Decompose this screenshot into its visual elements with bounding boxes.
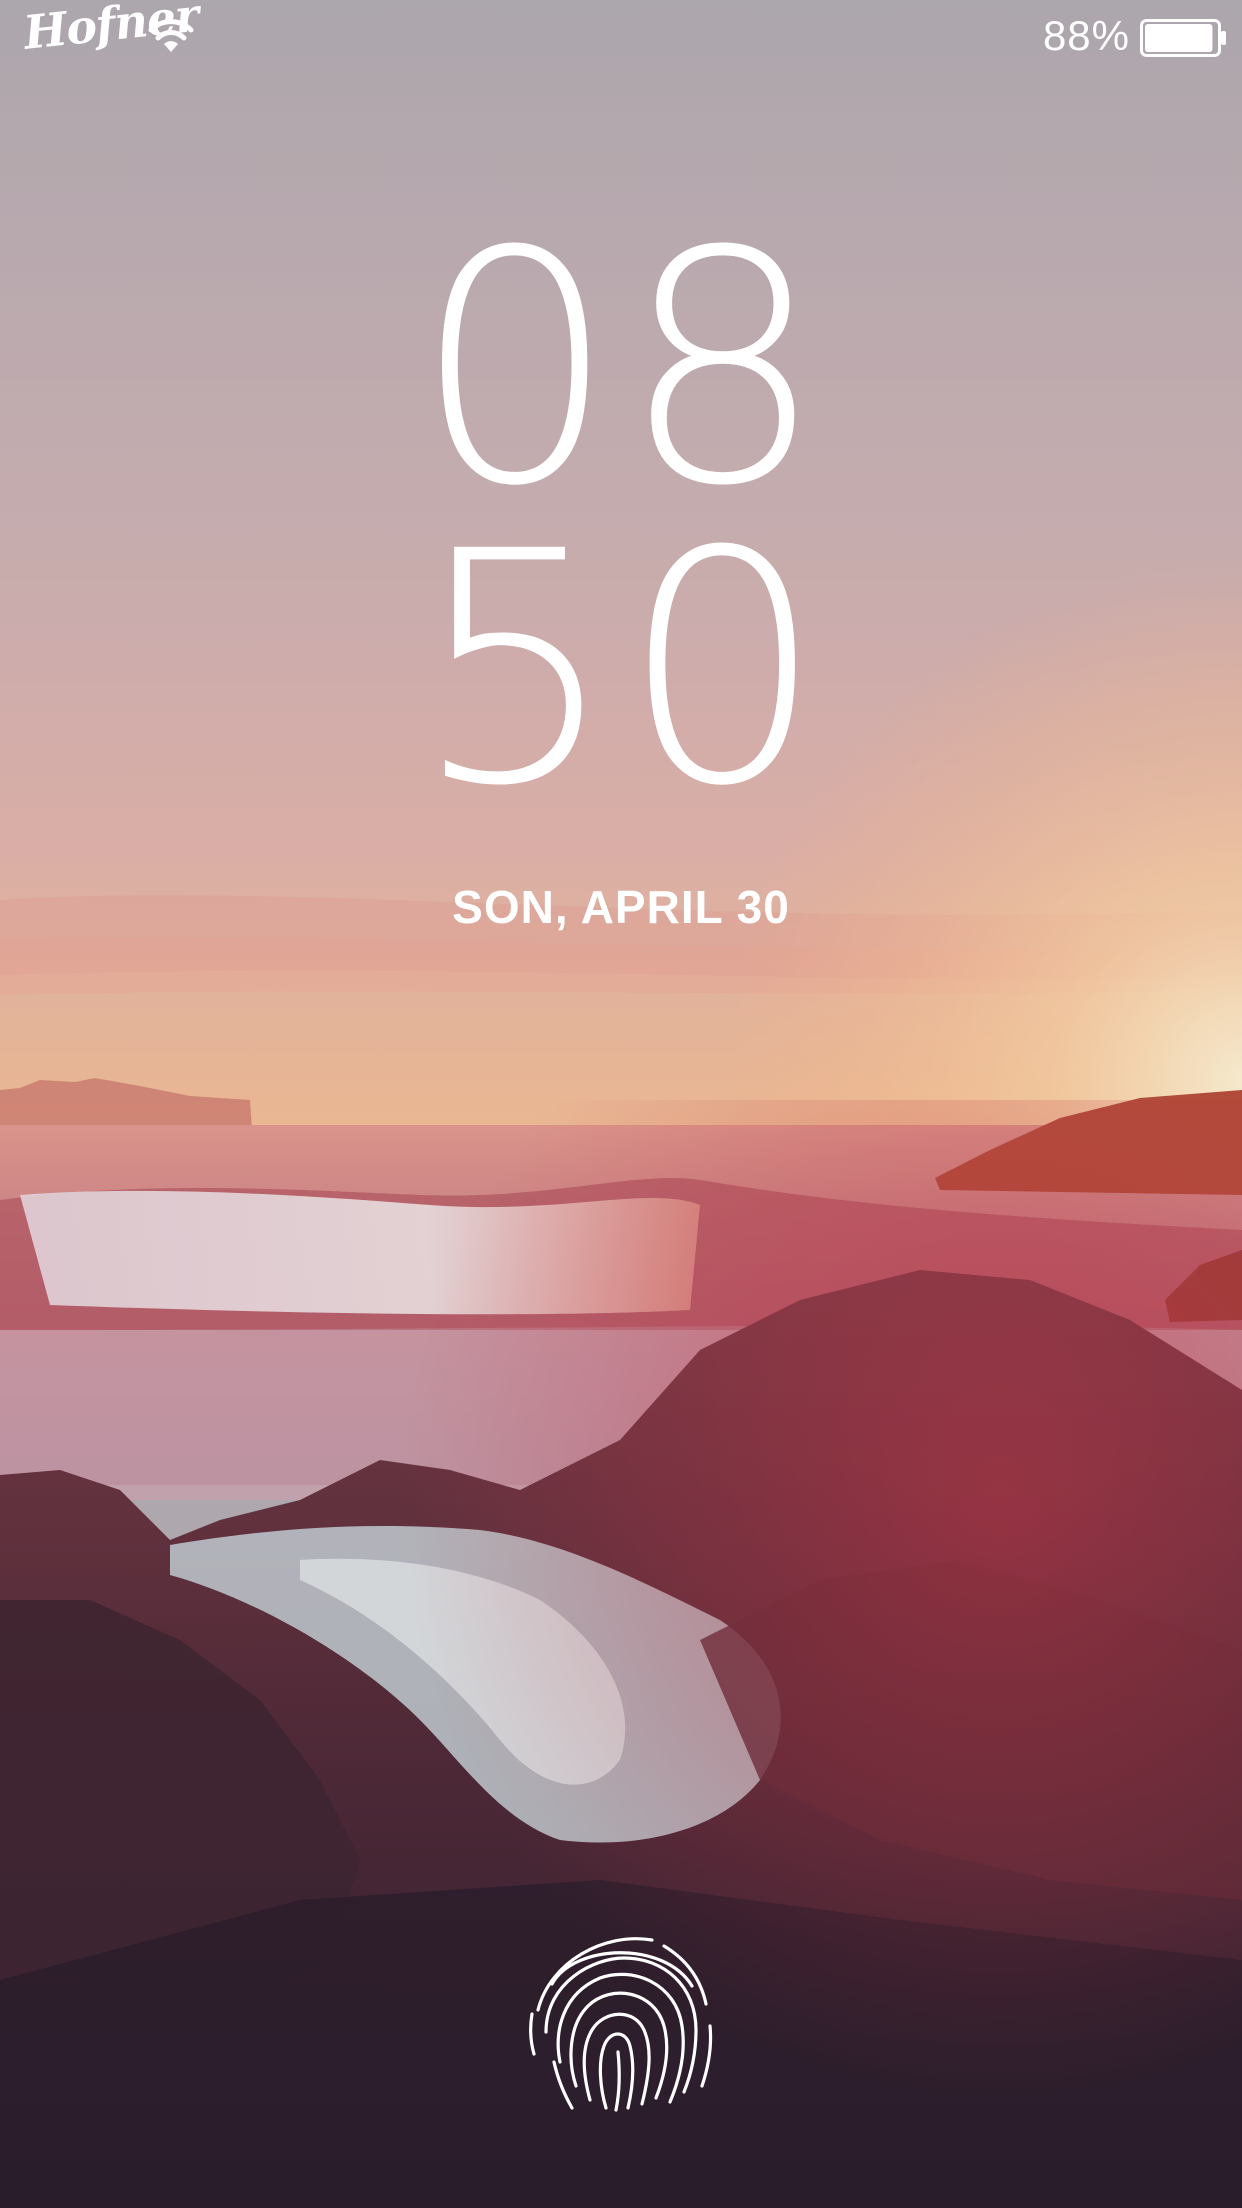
- clock-hours: 08: [413, 184, 829, 556]
- battery-percentage: 88%: [1042, 12, 1130, 59]
- date-label: SON, APRIL 30: [452, 881, 790, 933]
- battery-level-fill: [1145, 24, 1213, 52]
- fingerprint-icon[interactable]: [524, 1922, 718, 2116]
- clock-minutes: 50: [413, 484, 829, 856]
- battery-icon: [1140, 19, 1226, 57]
- wifi-icon: [148, 19, 194, 52]
- status-bar: Hofner 88%: [0, 0, 1242, 80]
- lock-screen: Hofner 88% 08 50 SON, APRIL 30: [0, 0, 1242, 2208]
